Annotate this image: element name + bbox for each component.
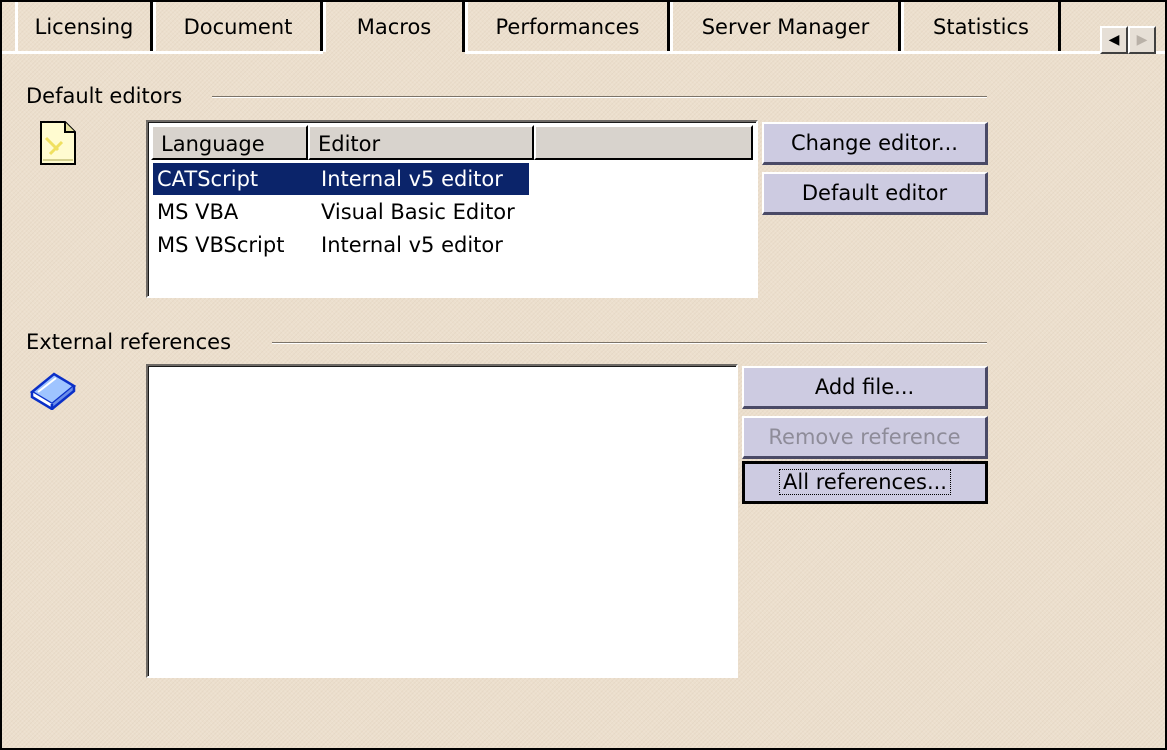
default-editors-list[interactable]: Language Editor CATScript Internal v5 ed… — [146, 120, 758, 298]
tab-strip-edge — [465, 51, 1165, 54]
tab-label: Statistics — [933, 15, 1029, 39]
language-cell: CATScript — [153, 163, 317, 195]
list-item[interactable]: MS VBScript Internal v5 editor — [153, 229, 529, 261]
tab-label: Performances — [495, 15, 640, 39]
remove-reference-button[interactable]: Remove reference — [742, 416, 988, 459]
tab-document[interactable]: Document — [153, 2, 323, 52]
document-icon — [40, 121, 76, 165]
tab-label: Server Manager — [701, 15, 870, 39]
group-divider — [272, 342, 987, 343]
tab-scroll-buttons: ◀ ▶ — [1100, 26, 1158, 54]
add-file-button[interactable]: Add file... — [742, 366, 988, 409]
book-icon — [29, 372, 77, 410]
default-editors-heading: Default editors — [26, 84, 183, 108]
tab-licensing[interactable]: Licensing — [15, 2, 153, 52]
column-header-editor[interactable]: Editor — [307, 125, 535, 160]
list-item[interactable]: CATScript Internal v5 editor — [153, 163, 529, 195]
editor-cell: Visual Basic Editor — [321, 200, 515, 224]
list-header: Language Editor — [151, 125, 753, 160]
column-header-language[interactable]: Language — [151, 125, 308, 160]
tab-macros[interactable]: Macros — [323, 2, 465, 52]
macros-options-panel: Licensing Document Macros Performances S… — [0, 0, 1167, 750]
language-cell: MS VBA — [157, 200, 239, 224]
language-cell: MS VBScript — [157, 233, 285, 257]
list-item[interactable]: MS VBA Visual Basic Editor — [153, 196, 529, 228]
column-header-blank[interactable] — [534, 125, 753, 160]
tab-label: Macros — [356, 15, 432, 39]
all-references-button[interactable]: All references... — [742, 461, 988, 504]
tab-strip-edge — [2, 51, 323, 54]
tab-label: Licensing — [34, 15, 134, 39]
tab-server-manager[interactable]: Server Manager — [670, 2, 901, 52]
change-editor-button[interactable]: Change editor... — [762, 122, 988, 165]
editor-cell: Internal v5 editor — [317, 163, 529, 195]
all-references-label: All references... — [779, 469, 951, 495]
default-editor-button[interactable]: Default editor — [762, 172, 988, 215]
external-references-heading: External references — [26, 330, 232, 354]
group-divider — [212, 96, 987, 97]
tab-label: Document — [183, 15, 293, 39]
triangle-right-icon[interactable]: ▶ — [1128, 26, 1156, 54]
triangle-left-icon[interactable]: ◀ — [1100, 26, 1128, 54]
tab-performances[interactable]: Performances — [465, 2, 670, 52]
external-references-list[interactable] — [146, 364, 738, 678]
editor-cell: Internal v5 editor — [321, 233, 503, 257]
tab-statistics[interactable]: Statistics — [901, 2, 1061, 52]
